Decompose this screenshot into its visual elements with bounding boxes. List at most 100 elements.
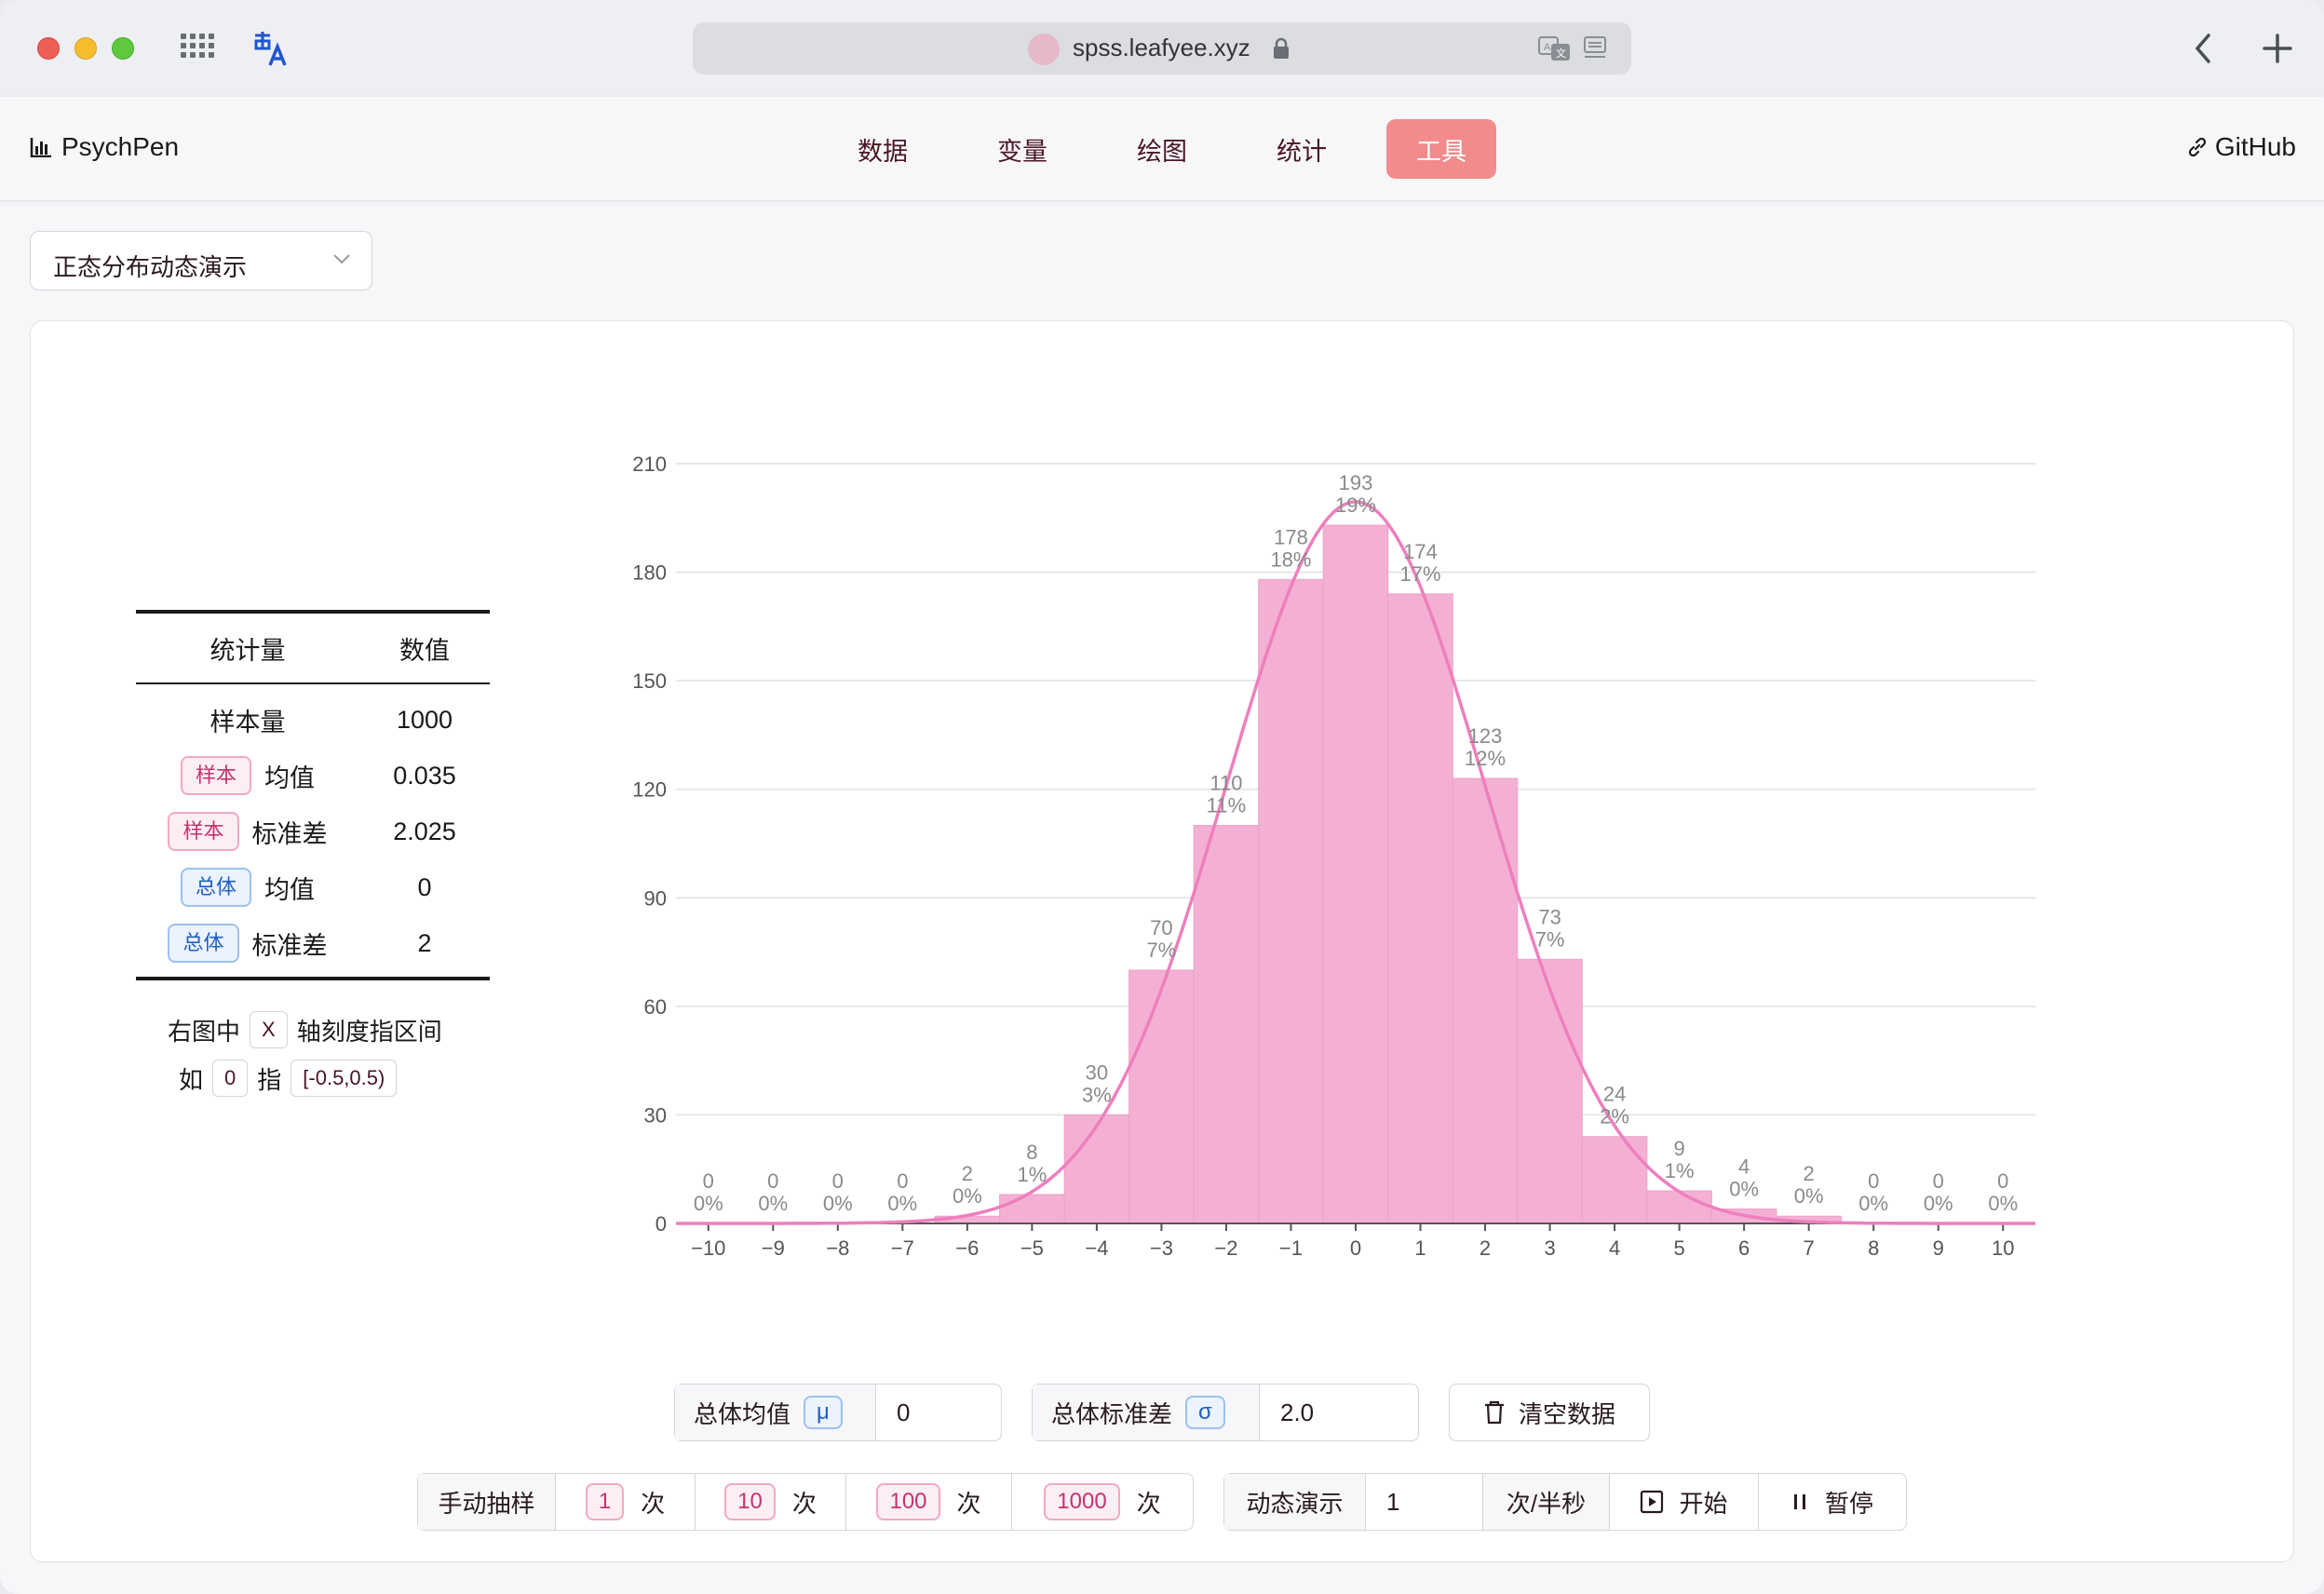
y-tick-label: 30 (644, 1103, 667, 1127)
histogram-bar (1517, 958, 1583, 1224)
stats-header-row: 统计量 数值 (136, 614, 490, 682)
sample-count: 100 (876, 1483, 940, 1520)
bar-percent-label: 1% (1665, 1159, 1695, 1182)
browser-titlebar: spss.leafyee.xyz A 文 (0, 0, 2324, 97)
x-tick-label: 0 (1350, 1236, 1361, 1260)
page-translate-icon[interactable]: A 文 (1538, 35, 1572, 61)
nav-item-data[interactable]: 数据 (828, 119, 938, 179)
x-tick-label: −10 (691, 1236, 725, 1260)
play-icon (1641, 1490, 1664, 1514)
histogram-bar (1387, 593, 1453, 1224)
x-tick-label: −7 (891, 1236, 914, 1260)
bar-percent-label: 2% (1600, 1105, 1629, 1128)
sample-badge: 样本 (180, 756, 251, 795)
y-tick-label: 90 (644, 886, 667, 910)
sample-badge: 样本 (168, 812, 239, 851)
histogram-bar (1258, 578, 1324, 1224)
histogram-bar (1063, 1114, 1130, 1224)
x-tick-label: 5 (1673, 1236, 1684, 1260)
stat-value: 2.025 (393, 817, 456, 845)
bar-percent-label: 19% (1335, 493, 1376, 517)
bar-count-label: 0 (703, 1169, 714, 1193)
translate-icon[interactable] (251, 28, 292, 69)
address-bar[interactable]: spss.leafyee.xyz A 文 (693, 22, 1631, 74)
animation-label: 动态演示 (1224, 1474, 1366, 1530)
pop-sd-label-group: 总体标准差 σ (1033, 1385, 1260, 1440)
nav-item-plot[interactable]: 绘图 (1107, 119, 1217, 179)
histogram-bar (1646, 1190, 1712, 1224)
histogram-bar (1193, 825, 1260, 1224)
animation-rate-input[interactable]: 1 (1366, 1474, 1483, 1530)
histogram-bar (1452, 777, 1519, 1224)
bar-percent-label: 18% (1270, 547, 1311, 571)
stats-row-pop-mean: 总体 均值 0 (136, 859, 490, 915)
reader-view-icon[interactable] (1583, 35, 1607, 61)
x-tick-label: −5 (1020, 1236, 1044, 1260)
animation-unit: 次/半秒 (1483, 1474, 1610, 1530)
zoom-window-button[interactable] (112, 37, 134, 60)
x-tick-label: 3 (1544, 1236, 1555, 1260)
start-button[interactable]: 开始 (1610, 1474, 1759, 1530)
pause-icon (1793, 1494, 1805, 1509)
sample-count: 1000 (1044, 1483, 1120, 1520)
histogram-bar (1581, 1136, 1648, 1224)
bar-percent-label: 0% (1924, 1192, 1953, 1215)
main-nav: 数据 变量 绘图 统计 工具 (0, 119, 2324, 179)
histogram-bar (1128, 969, 1195, 1224)
bar-count-label: 110 (1209, 772, 1242, 795)
bar-percent-label: 0% (1858, 1192, 1888, 1215)
pop-mean-input[interactable]: 0 (876, 1385, 1001, 1440)
nav-item-tools[interactable]: 工具 (1386, 119, 1496, 179)
pop-mean-control: 总体均值 μ 0 (674, 1384, 1002, 1441)
stat-label: 标准差 (251, 931, 328, 960)
github-label: GitHub (2214, 132, 2296, 161)
sample-count: 10 (724, 1483, 776, 1520)
app-header: PsychPen 数据 变量 绘图 统计 工具 GitHub (0, 97, 2324, 201)
bar-count-label: 30 (1086, 1060, 1108, 1084)
bar-percent-label: 3% (1082, 1083, 1112, 1106)
nav-item-statistics[interactable]: 统计 (1247, 119, 1357, 179)
stat-label: 样本量 (209, 708, 286, 736)
tool-select[interactable]: 正态分布动态演示 (30, 231, 372, 290)
browser-window: spss.leafyee.xyz A 文 PsychPen 数据 变量 绘图 统… (0, 0, 2324, 1594)
bar-count-label: 123 (1468, 724, 1503, 748)
bar-percent-label: 0% (694, 1192, 723, 1215)
note-text: 如 (179, 1065, 204, 1094)
minimize-window-button[interactable] (74, 37, 97, 60)
sample-10-button[interactable]: 10 次 (696, 1474, 846, 1530)
sample-1-button[interactable]: 1 次 (556, 1474, 696, 1530)
stats-row-pop-sd: 总体 标准差 2 (136, 915, 490, 971)
y-tick-label: 120 (632, 778, 667, 802)
y-tick-label: 0 (655, 1212, 667, 1236)
note-text: 轴刻度指区间 (296, 1017, 442, 1046)
bar-count-label: 2 (1804, 1162, 1815, 1185)
clear-data-button[interactable]: 清空数据 (1449, 1384, 1650, 1441)
mu-symbol: μ (804, 1396, 843, 1429)
github-link[interactable]: GitHub (2187, 132, 2296, 162)
x-tick-label: 6 (1738, 1236, 1750, 1260)
x-tick-label: −8 (826, 1236, 849, 1260)
bar-percent-label: 0% (887, 1192, 917, 1215)
chevron-left-icon[interactable] (2192, 32, 2214, 65)
y-tick-label: 150 (632, 669, 667, 693)
bar-percent-label: 0% (953, 1184, 982, 1208)
pop-sd-label: 总体标准差 (1051, 1399, 1173, 1428)
times-unit: 次 (641, 1489, 666, 1518)
bar-percent-label: 12% (1465, 747, 1506, 770)
bar-count-label: 24 (1603, 1083, 1626, 1106)
x-tick-label: −4 (1085, 1236, 1108, 1260)
stat-label: 均值 (264, 763, 315, 792)
app-grid-icon[interactable] (181, 34, 218, 63)
stat-value: 1000 (396, 705, 453, 734)
sample-1000-button[interactable]: 1000 次 (1012, 1474, 1193, 1530)
pause-button[interactable]: 暂停 (1759, 1474, 1906, 1530)
pop-sd-input[interactable]: 2.0 (1260, 1385, 1418, 1440)
new-tab-plus-icon[interactable] (2261, 32, 2294, 65)
population-badge: 总体 (180, 868, 251, 907)
x-tick-label: −1 (1279, 1236, 1303, 1260)
sample-100-button[interactable]: 100 次 (846, 1474, 1012, 1530)
start-label: 开始 (1679, 1489, 1728, 1518)
nav-item-variables[interactable]: 变量 (967, 119, 1077, 179)
close-window-button[interactable] (37, 37, 60, 60)
x-tick-label: 7 (1804, 1236, 1815, 1260)
